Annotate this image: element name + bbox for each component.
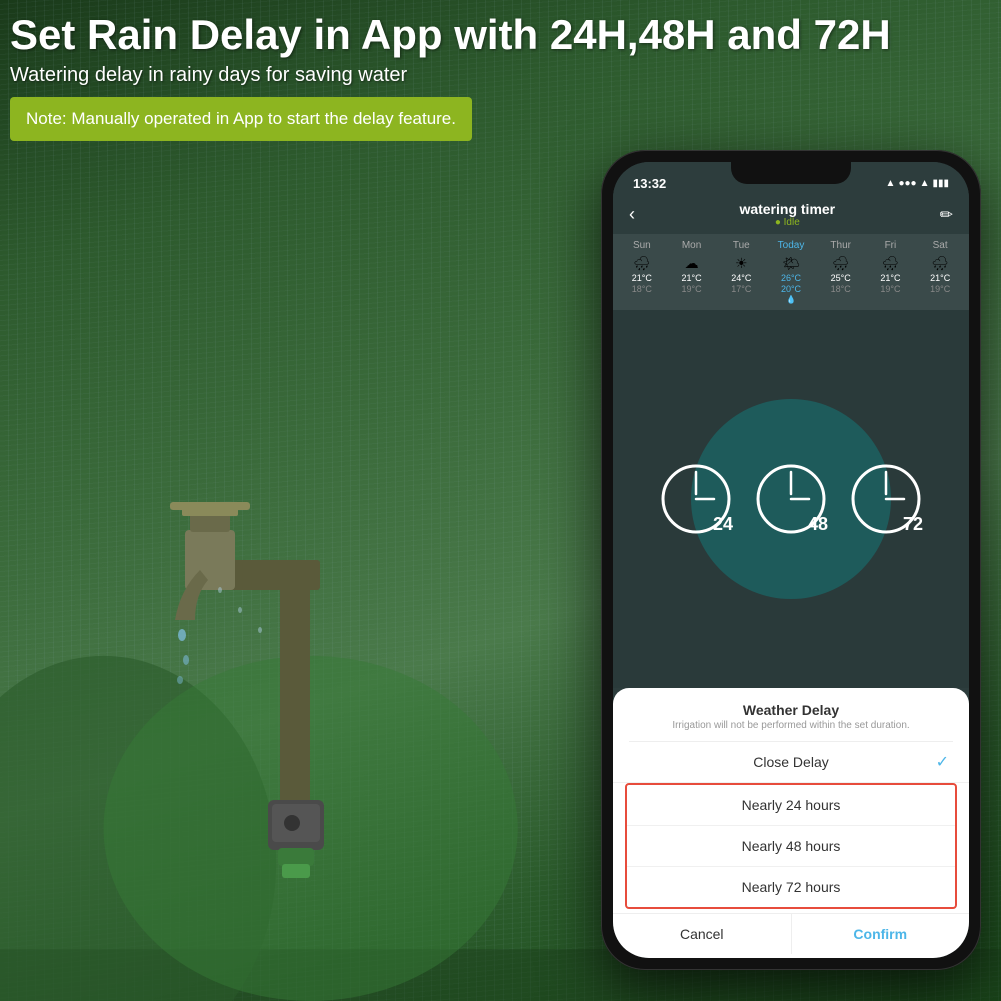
app-title-container: watering timer ● Idle: [635, 201, 940, 228]
weather-tue: ☀ 24°C 17°C: [716, 255, 766, 304]
temp-high-sat: 21°C: [930, 273, 950, 283]
status-icons: ▲ ●●● ▲ ▮▮▮: [886, 178, 949, 189]
check-icon: ✓: [936, 752, 949, 772]
option-48h[interactable]: Nearly 48 hours: [627, 826, 955, 867]
temp-low-thur: 18°C: [831, 284, 851, 294]
clock-48[interactable]: 48: [754, 462, 829, 537]
day-headers: Sun Mon Tue Today Thur Fri Sat: [617, 240, 965, 251]
weather-icon-tue: ☀: [735, 255, 748, 272]
temp-low-fri: 19°C: [880, 284, 900, 294]
app-header: ‹ watering timer ● Idle ✏: [613, 195, 969, 234]
weather-mon: ☁ 21°C 19°C: [667, 255, 717, 304]
weather-delay-modal: Weather Delay Irrigation will not be per…: [613, 688, 969, 958]
clock-24[interactable]: 24: [659, 462, 734, 537]
signal-icon: ●●●: [898, 178, 916, 189]
day-today[interactable]: Today: [766, 240, 816, 251]
modal-subtitle: Irrigation will not be performed within …: [613, 720, 969, 741]
option-72h-label: Nearly 72 hours: [742, 879, 841, 895]
weather-sat: 🌧 21°C 19°C: [915, 255, 965, 304]
phone-frame: 13:32 ▲ ●●● ▲ ▮▮▮ ‹ watering timer ● Idl…: [601, 150, 981, 970]
weather-icon-thur: 🌧: [832, 255, 850, 272]
temp-high-tue: 24°C: [731, 273, 751, 283]
weather-row: 🌧 21°C 18°C ☁ 21°C 19°C ☀ 24°C 17°C: [617, 255, 965, 304]
temp-high-fri: 21°C: [880, 273, 900, 283]
temp-low-today: 20°C: [781, 284, 801, 294]
clock-area: 24 48: [613, 310, 969, 688]
app-title-text: watering timer: [635, 201, 940, 217]
temp-high-sun: 21°C: [632, 273, 652, 283]
weather-icon-fri: 🌧: [882, 255, 900, 272]
wifi-icon: ▲: [920, 178, 930, 189]
status-dot: ●: [775, 217, 784, 228]
temp-low-tue: 17°C: [731, 284, 751, 294]
temp-high-mon: 21°C: [682, 273, 702, 283]
status-time: 13:32: [633, 176, 666, 191]
option-72h[interactable]: Nearly 72 hours: [627, 867, 955, 907]
day-sun: Sun: [617, 240, 667, 251]
svg-text:72: 72: [903, 514, 923, 534]
phone-screen: 13:32 ▲ ●●● ▲ ▮▮▮ ‹ watering timer ● Idl…: [613, 162, 969, 958]
modal-title: Weather Delay: [613, 688, 969, 720]
svg-text:24: 24: [713, 514, 733, 534]
battery-icon: ▮▮▮: [932, 178, 949, 189]
weather-sun: 🌧 21°C 18°C: [617, 255, 667, 304]
option-close-delay[interactable]: Close Delay ✓: [613, 742, 969, 783]
temp-high-today: 26°C: [781, 273, 801, 283]
title-section: Set Rain Delay in App with 24H,48H and 7…: [10, 10, 991, 141]
clock-72[interactable]: 72: [849, 462, 924, 537]
rain-indicator: 💧: [786, 295, 796, 304]
weather-icon-today: 🌤: [782, 255, 800, 272]
subtitle: Watering delay in rainy days for saving …: [10, 64, 991, 87]
phone-notch: [731, 162, 851, 184]
clock-icons: 24 48: [659, 462, 924, 537]
calendar-row: Sun Mon Tue Today Thur Fri Sat 🌧 21°C 18…: [613, 234, 969, 310]
clock-48-svg: 48: [754, 462, 829, 537]
svg-text:48: 48: [808, 514, 828, 534]
temp-high-thur: 25°C: [831, 273, 851, 283]
clock-72-svg: 72: [849, 462, 924, 537]
temp-low-sun: 18°C: [632, 284, 652, 294]
temp-low-mon: 19°C: [682, 284, 702, 294]
idle-label: Idle: [784, 217, 800, 228]
option-48h-label: Nearly 48 hours: [742, 838, 841, 854]
weather-today: 🌤 26°C 20°C 💧: [766, 255, 816, 304]
day-thur: Thur: [816, 240, 866, 251]
weather-icon-sat: 🌧: [931, 255, 949, 272]
weather-thur: 🌧 25°C 18°C: [816, 255, 866, 304]
modal-actions: Cancel Confirm: [613, 913, 969, 954]
phone-mockup: 13:32 ▲ ●●● ▲ ▮▮▮ ‹ watering timer ● Idl…: [601, 150, 981, 970]
app-status: ● Idle: [635, 217, 940, 228]
edit-button[interactable]: ✏: [940, 205, 953, 225]
close-delay-label: Close Delay: [753, 754, 828, 770]
day-tue: Tue: [716, 240, 766, 251]
day-fri: Fri: [866, 240, 916, 251]
option-24h[interactable]: Nearly 24 hours: [627, 785, 955, 826]
weather-icon-mon: ☁: [685, 255, 699, 272]
weather-fri: 🌧 21°C 19°C: [866, 255, 916, 304]
location-icon: ▲: [886, 178, 896, 189]
day-sat: Sat: [915, 240, 965, 251]
temp-low-sat: 19°C: [930, 284, 950, 294]
option-24h-label: Nearly 24 hours: [742, 797, 841, 813]
weather-icon-sun: 🌧: [633, 255, 651, 272]
note-box: Note: Manually operated in App to start …: [10, 97, 472, 141]
highlighted-options: Nearly 24 hours Nearly 48 hours Nearly 7…: [625, 783, 957, 909]
clock-24-svg: 24: [659, 462, 734, 537]
confirm-button[interactable]: Confirm: [792, 914, 970, 954]
main-title: Set Rain Delay in App with 24H,48H and 7…: [10, 10, 991, 60]
cancel-button[interactable]: Cancel: [613, 914, 792, 954]
faucet-illustration: moes: [100, 280, 480, 880]
day-mon: Mon: [667, 240, 717, 251]
